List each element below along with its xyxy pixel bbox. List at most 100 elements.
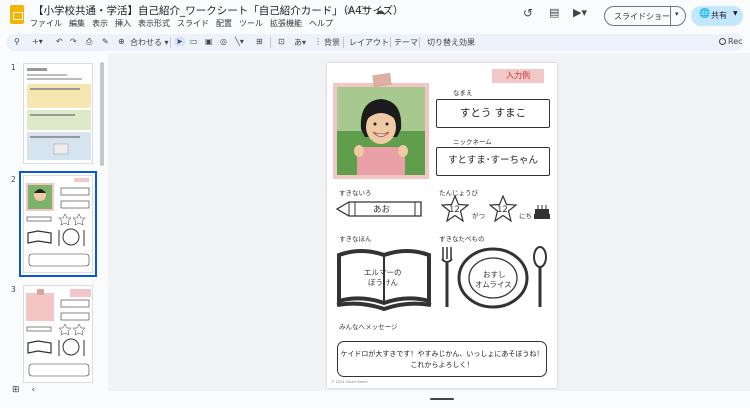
thumbnail-preview: [26, 289, 91, 377]
color-label: すきないろ: [339, 189, 372, 197]
photo-frame[interactable]: [333, 83, 429, 179]
color-value[interactable]: あお: [373, 203, 390, 215]
filmstrip: 1 2 3: [0, 53, 104, 383]
new-slide-icon[interactable]: +▾: [32, 37, 43, 46]
thumbnail-preview: [27, 68, 91, 160]
menu-arrange[interactable]: 配置: [216, 19, 232, 28]
slide-number: 1: [11, 63, 16, 72]
slide-thumbnail-3[interactable]: [23, 285, 93, 383]
image-icon[interactable]: ▣: [205, 37, 213, 46]
thumbnail-preview: [26, 178, 90, 267]
video-call-icon[interactable]: ▶▾: [573, 6, 587, 26]
food-value-line2[interactable]: オムライス: [475, 279, 512, 290]
food-label: すきなたべもの: [439, 235, 485, 243]
tape-decoration: [372, 72, 392, 88]
zoom-select[interactable]: 合わせる ▾: [130, 37, 169, 48]
paint-format-icon[interactable]: ✎: [102, 37, 109, 46]
history-icon[interactable]: ↺: [523, 6, 533, 26]
book-value-line2[interactable]: ぼうけん: [368, 277, 398, 288]
divider: [390, 37, 391, 48]
nickname-field[interactable]: すとすま･すーちゃん: [436, 147, 550, 176]
globe-icon: 🌐: [699, 9, 711, 19]
menu-extensions[interactable]: 拡張機能: [270, 19, 302, 28]
shape-icon[interactable]: ◎: [220, 37, 227, 46]
slide-canvas[interactable]: 入力例 なまえ すとう すまこ ニックネーム すとすま･すーちゃん すきないろ: [327, 63, 557, 388]
zoom-icon[interactable]: ⊕: [118, 37, 125, 46]
background-button[interactable]: 背景: [324, 37, 340, 48]
share-label: 共有: [711, 11, 727, 20]
message-field[interactable]: ケイドロが大すきです！やすみじかん、いっしょにあそぼうね！ これからよろしく！: [337, 341, 547, 377]
filmstrip-scrollbar[interactable]: [100, 62, 104, 166]
birthday-day[interactable]: 12: [497, 205, 508, 215]
bottom-controls: ⊞ ‹: [12, 385, 47, 395]
slideshow-label: スライドショー: [614, 12, 670, 21]
menu-insert[interactable]: 挿入: [115, 19, 131, 28]
layout-button[interactable]: レイアウト: [349, 37, 389, 48]
birthday-day-unit: にち: [519, 212, 532, 220]
slides-logo-icon[interactable]: [10, 5, 24, 24]
portrait-illustration: [337, 87, 425, 175]
redo-icon[interactable]: ↷: [70, 37, 77, 46]
insert-comment-icon[interactable]: ⊡: [278, 37, 285, 46]
menu-tools[interactable]: ツール: [239, 19, 263, 28]
menu-format[interactable]: 表示形式: [138, 19, 170, 28]
notes-resize-handle[interactable]: [430, 398, 454, 400]
cake-icon: [534, 205, 550, 219]
line-icon[interactable]: ╲▾: [235, 37, 244, 46]
message-line1: ケイドロが大すきです！やすみじかん、いっしょにあそぼうね！: [340, 350, 544, 358]
undo-icon[interactable]: ↶: [56, 37, 63, 46]
rec-label: Rec: [728, 37, 743, 46]
menu-bar: ファイル 編集 表示 挿入 表示形式 スライド 配置 ツール 拡張機能 ヘルプ: [30, 18, 340, 29]
name-label: なまえ: [453, 89, 473, 97]
example-tag[interactable]: 入力例: [492, 69, 544, 83]
share-button[interactable]: 🌐 共有 ▼: [691, 6, 743, 26]
print-icon[interactable]: ⎙: [86, 37, 92, 47]
menu-view[interactable]: 表示: [92, 19, 108, 28]
select-cursor-icon[interactable]: ➤: [174, 37, 185, 46]
divider: [343, 37, 344, 48]
portrait-photo[interactable]: [337, 87, 425, 175]
transition-button[interactable]: 切り替え効果: [427, 37, 475, 48]
toolbar: ⚲ +▾ ↶ ↷ ⎙ ✎ ⊕ 合わせる ▾ ➤ ▭ ▣ ◎ ╲▾ ⊞ ⊡ あ▾ …: [6, 34, 744, 51]
birthday-month[interactable]: 12: [449, 205, 460, 215]
copyright-text: © 2024 Smart Board: [331, 380, 368, 384]
name-field[interactable]: すとう すまこ: [436, 99, 550, 128]
cloud-status-icon[interactable]: ☁: [375, 6, 385, 17]
divider: [270, 37, 271, 48]
birthday-month-unit: がつ: [472, 212, 485, 220]
divider: [170, 37, 171, 48]
book-label: すきなほん: [339, 235, 372, 243]
title-icons: ☆ 🗀 ☁: [344, 4, 391, 21]
slide-number: 2: [11, 175, 16, 184]
divider: [670, 7, 671, 25]
more-icon[interactable]: ⋮: [314, 37, 322, 46]
nickname-label: ニックネーム: [453, 138, 492, 146]
slide-number: 3: [11, 285, 16, 294]
comment-add-icon[interactable]: ⊞: [256, 37, 263, 46]
message-label: みんなへメッセージ: [339, 323, 398, 331]
textbox-icon[interactable]: ▭: [190, 37, 198, 46]
zoom-label: 合わせる: [130, 38, 162, 47]
menu-slide[interactable]: スライド: [177, 19, 209, 28]
text-style-icon[interactable]: あ▾: [294, 37, 306, 48]
slideshow-button[interactable]: スライドショー ▾: [604, 6, 686, 26]
grid-view-icon[interactable]: ⊞: [12, 385, 20, 395]
theme-button[interactable]: テーマ: [394, 37, 418, 48]
collapse-panel-icon[interactable]: ‹: [32, 385, 36, 395]
menu-file[interactable]: ファイル: [30, 19, 62, 28]
chevron-down-icon[interactable]: ▾: [675, 10, 679, 18]
slide-thumbnail-2[interactable]: [19, 171, 97, 277]
search-menus-icon[interactable]: ⚲: [14, 37, 20, 46]
rec-button[interactable]: Rec: [719, 37, 743, 46]
record-icon: [719, 38, 726, 45]
menu-edit[interactable]: 編集: [69, 19, 85, 28]
comment-icon[interactable]: ▤: [549, 6, 559, 26]
top-bar: 【小学校共通・学活】自己紹介_ワークシート「自己紹介カード」（A4サイズ） ☆ 🗀…: [0, 0, 750, 33]
chevron-down-icon[interactable]: ▼: [733, 10, 738, 17]
divider: [419, 37, 420, 48]
menu-help[interactable]: ヘルプ: [309, 19, 333, 28]
slide-thumbnail-1[interactable]: [23, 63, 93, 164]
message-line2: これからよろしく！: [410, 361, 474, 369]
star-icon[interactable]: ☆: [344, 6, 353, 17]
folder-move-icon[interactable]: 🗀: [359, 6, 369, 17]
